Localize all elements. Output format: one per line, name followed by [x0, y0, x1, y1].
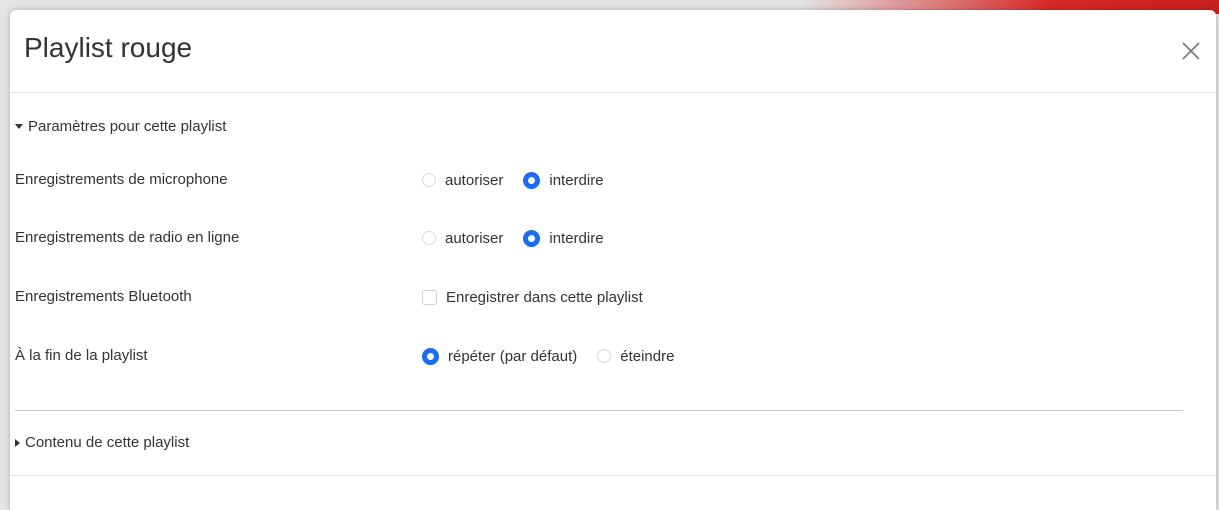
radio-group-online-radio: autoriser interdire	[422, 226, 624, 250]
radio-group-end-of-playlist: répéter (par défaut) éteindre	[422, 344, 694, 368]
radio-option-microphone-deny[interactable]: interdire	[523, 171, 604, 189]
settings-section-label: Paramètres pour cette playlist	[28, 118, 227, 135]
settings-section-toggle[interactable]: Paramètres pour cette playlist	[15, 118, 226, 135]
radio-option-turn-off[interactable]: éteindre	[597, 348, 674, 365]
dialog-title: Playlist rouge	[24, 32, 193, 63]
radio-button[interactable]	[422, 231, 436, 245]
setting-row-end-of-playlist: À la fin de la playlist répéter (par déf…	[15, 344, 1185, 368]
radio-label: autoriser	[445, 171, 504, 189]
playlist-settings-dialog: Playlist rouge Paramètres pour cette pla…	[10, 10, 1216, 510]
setting-label: À la fin de la playlist	[15, 347, 148, 364]
caret-down-icon	[15, 124, 23, 129]
radio-label: autoriser	[445, 229, 504, 247]
radio-button[interactable]	[597, 349, 612, 363]
radio-option-microphone-allow[interactable]: autoriser	[422, 172, 503, 189]
setting-label: Enregistrements de radio en ligne	[15, 229, 240, 246]
setting-row-online-radio: Enregistrements de radio en ligne autori…	[15, 226, 1185, 250]
setting-row-bluetooth: Enregistrements Bluetooth Enregistrer da…	[15, 285, 1185, 309]
setting-label: Enregistrements de microphone	[15, 171, 228, 188]
dialog-header: Playlist rouge	[10, 10, 1216, 93]
checkbox-option-bluetooth-record[interactable]: Enregistrer dans cette playlist	[422, 289, 643, 306]
content-section-label: Contenu de cette playlist	[25, 434, 190, 451]
section-divider	[15, 410, 1183, 411]
checkbox-label: Enregistrer dans cette playlist	[446, 288, 643, 306]
radio-group-microphone: autoriser interdire	[422, 168, 624, 192]
radio-button-selected[interactable]	[422, 347, 439, 365]
checkbox-group-bluetooth: Enregistrer dans cette playlist	[422, 285, 663, 309]
radio-label: interdire	[549, 171, 604, 189]
content-section-toggle[interactable]: Contenu de cette playlist	[15, 434, 189, 451]
radio-button[interactable]	[422, 173, 436, 187]
radio-button-selected[interactable]	[523, 171, 541, 189]
setting-row-microphone: Enregistrements de microphone autoriser …	[15, 168, 1185, 192]
close-icon[interactable]	[1180, 40, 1202, 62]
checkbox[interactable]	[422, 289, 437, 305]
radio-label: interdire	[549, 229, 604, 247]
setting-label: Enregistrements Bluetooth	[15, 288, 192, 305]
radio-option-repeat[interactable]: répéter (par défaut)	[422, 347, 578, 365]
footer-divider	[10, 475, 1216, 476]
radio-label: éteindre	[620, 347, 675, 365]
radio-label: répéter (par défaut)	[448, 347, 578, 365]
radio-button-selected[interactable]	[523, 229, 541, 247]
caret-right-icon	[15, 438, 20, 447]
radio-option-online-radio-deny[interactable]: interdire	[523, 229, 604, 247]
radio-option-online-radio-allow[interactable]: autoriser	[422, 230, 503, 247]
